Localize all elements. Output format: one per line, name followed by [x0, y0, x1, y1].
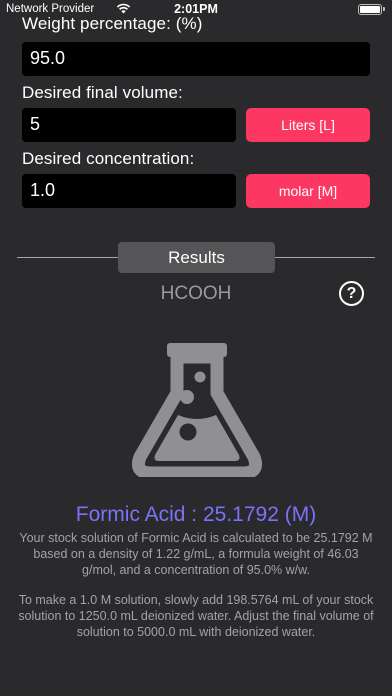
battery-icon: [358, 4, 382, 15]
weight-percentage-label: Weight percentage: (%): [22, 14, 203, 33]
final-volume-field[interactable]: 5: [22, 108, 236, 142]
battery-cap: [383, 7, 385, 11]
concentration-label: Desired concentration:: [22, 149, 195, 168]
chemical-formula: HCOOH: [160, 283, 232, 304]
app-screen: Network Provider 2:01PM Weight percentag…: [0, 0, 392, 696]
volume-unit-button[interactable]: Liters [L]: [246, 108, 370, 142]
final-volume-label: Desired final volume:: [22, 83, 183, 102]
result-title: Formic Acid : 25.1792 (M): [75, 503, 317, 526]
flask-icon: [131, 343, 263, 477]
results-divider-left: [17, 257, 118, 258]
weight-percentage-field[interactable]: 95.0: [22, 42, 370, 76]
result-description-dilution: To make a 1.0 M solution, slowly add 198…: [18, 593, 374, 639]
results-divider-right: [275, 257, 375, 258]
concentration-unit-button[interactable]: molar [M]: [246, 174, 370, 208]
results-tab: Results: [118, 242, 275, 273]
result-description-stock: Your stock solution of Formic Acid is ca…: [19, 531, 373, 577]
concentration-field[interactable]: 1.0: [22, 174, 236, 208]
help-icon[interactable]: ?: [339, 281, 364, 306]
